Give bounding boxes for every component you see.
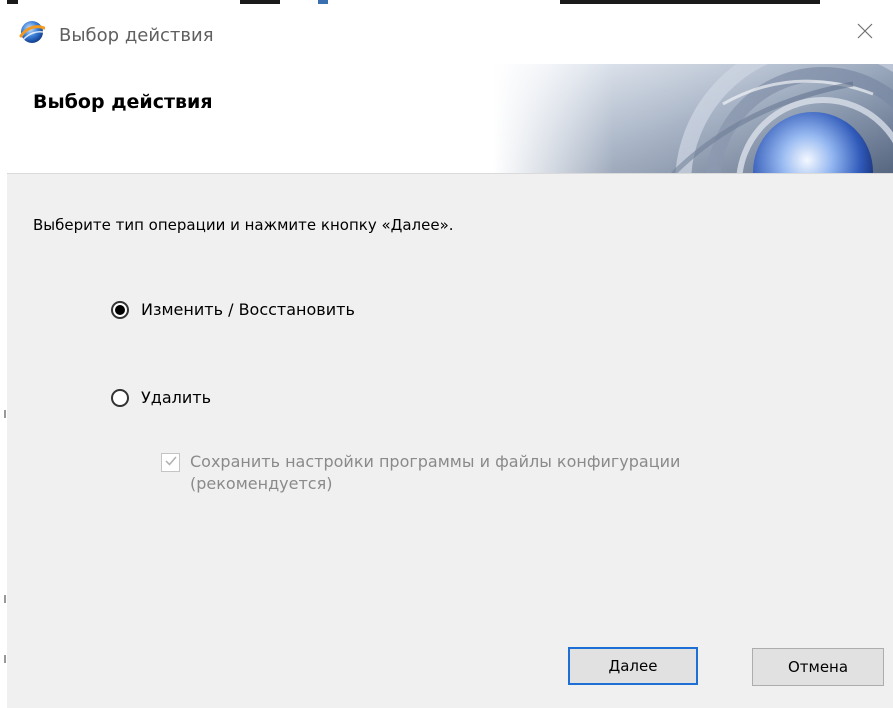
- page-title: Выбор действия: [33, 91, 213, 113]
- left-edge-strip: [0, 0, 7, 708]
- next-button[interactable]: Далее: [568, 647, 698, 685]
- close-icon: [857, 23, 873, 43]
- wizard-header: Выбор действия: [7, 64, 893, 174]
- radio-remove[interactable]: Удалить: [111, 388, 211, 407]
- title-bar[interactable]: Выбор действия: [7, 7, 893, 67]
- radio-selected-indicator[interactable]: [111, 300, 129, 319]
- checkbox-box[interactable]: [161, 453, 180, 472]
- header-banner-image: [493, 64, 893, 174]
- top-fragment: [240, 0, 280, 4]
- header-separator: [7, 173, 893, 174]
- radio-modify-label: Изменить / Восстановить: [141, 300, 355, 319]
- top-fragment: [318, 0, 328, 4]
- window-title: Выбор действия: [59, 25, 214, 46]
- radio-unselected-indicator[interactable]: [111, 388, 129, 407]
- keep-settings-label: Сохранить настройки программы и файлы ко…: [190, 452, 681, 493]
- radio-modify-repair[interactable]: Изменить / Восстановить: [111, 300, 355, 319]
- checkmark-icon: [164, 453, 178, 472]
- close-button[interactable]: [837, 7, 893, 59]
- top-edge-strip: [0, 0, 893, 7]
- cancel-button[interactable]: Отмена: [752, 648, 884, 686]
- radio-remove-label: Удалить: [141, 388, 211, 407]
- instruction-text: Выберите тип операции и нажмите кнопку «…: [33, 216, 454, 234]
- top-fragment: [560, 0, 820, 4]
- dialog-window: Выбор действия Выбор действия Выберите т…: [7, 7, 893, 708]
- keep-settings-checkbox[interactable]: Сохранить настройки программы и файлы ко…: [161, 451, 750, 495]
- app-logo-icon: [19, 19, 46, 45]
